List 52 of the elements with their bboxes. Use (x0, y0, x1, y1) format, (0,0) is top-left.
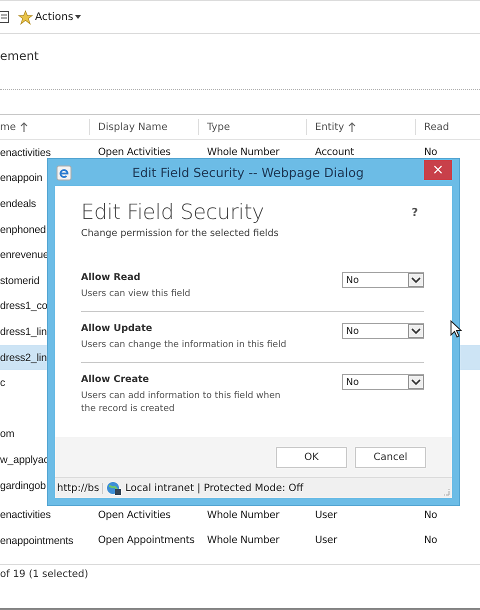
table-cell-text: enactivities (0, 509, 52, 522)
table-cell-text: enappointments (0, 534, 74, 547)
dialog-button[interactable]: Cancel (355, 446, 426, 468)
table-cell-text: No (423, 147, 438, 158)
dialog-title: Edit Field Security -- Webpage Dialog (131, 165, 365, 180)
table-cell: enrevenue (0, 249, 49, 262)
table-cell-text: No (423, 535, 438, 546)
caret-icon (75, 15, 82, 19)
permission-label: Allow Update (81, 323, 154, 334)
column-header[interactable]: Display Name (89, 119, 198, 135)
permission-description: Users can change the information in this field (81, 339, 288, 352)
permission-description: Users can add information to this field when the record is created (81, 390, 282, 416)
status-zone: Local intranet | Protected Mode: Off (125, 482, 304, 494)
table-cell: dress2_lin (0, 352, 47, 364)
column-header[interactable]: me (0, 119, 89, 135)
actions-menu[interactable]: Actions (18, 10, 82, 24)
table-row[interactable]: enappointments Open Appointments Whole Number User No (0, 528, 480, 554)
column-header[interactable]: Read (415, 119, 465, 135)
table-cell-text: Whole Number (206, 147, 280, 158)
permission-dropdown[interactable]: No (342, 374, 424, 390)
column-header[interactable]: Type (198, 119, 306, 135)
dialog-subtitle: Change permission for the selected fields (81, 228, 280, 239)
table-cell-text: Open Appointments (97, 535, 196, 546)
permission-dropdown[interactable]: No (342, 323, 424, 340)
table-row[interactable]: enactivities Open Activities Whole Number User No (0, 502, 480, 528)
star-icon (18, 10, 33, 24)
resize-grip-icon[interactable] (442, 488, 450, 496)
table-cell-text: Whole Number (206, 535, 280, 546)
record-count: of 19 (1 selected) (0, 568, 88, 580)
status-url: http://bs (55, 482, 104, 494)
help-button[interactable]: ? (412, 206, 424, 218)
table-cell: om (0, 428, 14, 440)
page-title: ement (0, 48, 40, 63)
browser-icon (56, 164, 72, 180)
dialog-button[interactable]: OK (276, 446, 347, 468)
table-cell-text: enactivities (0, 146, 52, 159)
table-cell-text: No (423, 510, 438, 521)
permission-dropdown[interactable]: No (342, 272, 424, 288)
form-icon[interactable] (0, 10, 10, 24)
table-cell-text: Whole Number (206, 510, 280, 521)
dialog-heading: Edit Field Security (81, 200, 264, 224)
table-cell-text: User (314, 510, 338, 521)
close-button[interactable]: × (424, 160, 452, 180)
table-cell-text: Open Activities (97, 510, 172, 521)
column-header[interactable]: Entity (306, 119, 415, 135)
permission-label: Allow Read (81, 272, 142, 283)
table-cell-text: Account (314, 147, 355, 158)
permission-description: Users can view this field (81, 288, 192, 301)
permission-label: Allow Create (81, 374, 150, 386)
table-cell-text: Open Activities (97, 147, 172, 158)
globe-icon (106, 480, 122, 496)
table-cell-text: User (314, 535, 338, 546)
